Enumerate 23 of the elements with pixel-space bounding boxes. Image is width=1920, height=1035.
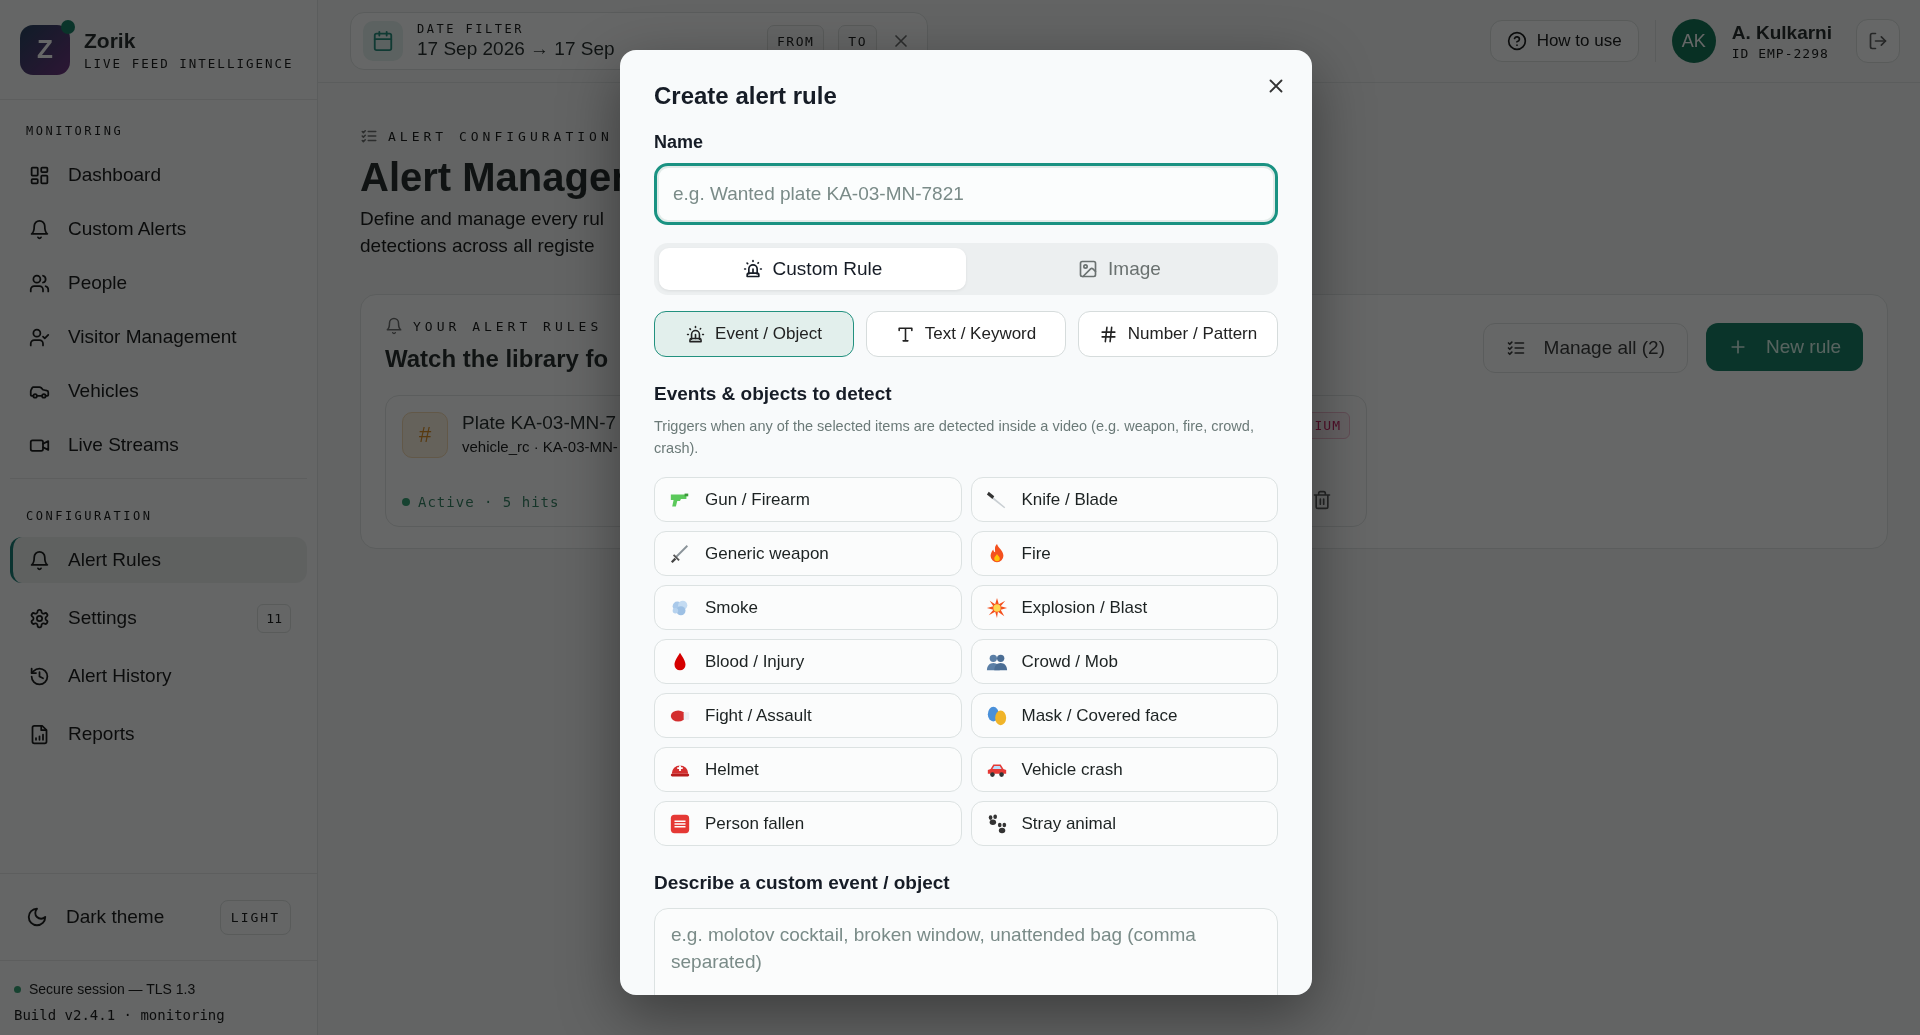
section-heading: Describe a custom event / object [654,872,951,894]
count-badge: 11 [257,603,291,633]
page-description: Define and manage every rul detections across all registe [360,207,604,258]
user-avatar: AK [1671,19,1716,63]
dialog-title: Create alert rule [654,81,838,111]
section-heading: Events & objects to detect [654,383,893,405]
build-info: Build v2.4.1 · monitoring [14,1007,226,1023]
help-text: Triggers when any of the selected items are detected inside a video (e.g. weapon, fire, crowd, crash). [654,417,1255,458]
user-name: A. Kulkarni [1731,21,1832,44]
rule-title: Plate KA-03-MN-7 [462,412,617,434]
brand-name: Zorik [84,28,137,53]
page-title: Alert Manager [360,154,627,201]
section-label: MONITORING [25,123,125,140]
card-title: Watch the library fo [385,345,609,373]
field-label: Name [654,132,705,153]
user-id: ID EMP-2298 [1731,45,1830,61]
rule-meta: vehicle_rc · KA-03-MN- [462,438,618,455]
rule-status: Active · 5 hits [418,494,560,510]
page-eyebrow: ALERT CONFIGURATION [388,128,613,144]
theme-label: Dark theme [66,906,165,928]
session-status: Secure session — TLS 1.3 [29,981,196,997]
card-eyebrow: YOUR ALERT RULES [413,318,603,334]
brand-tagline: LIVE FEED INTELLIGENCE [84,55,294,71]
